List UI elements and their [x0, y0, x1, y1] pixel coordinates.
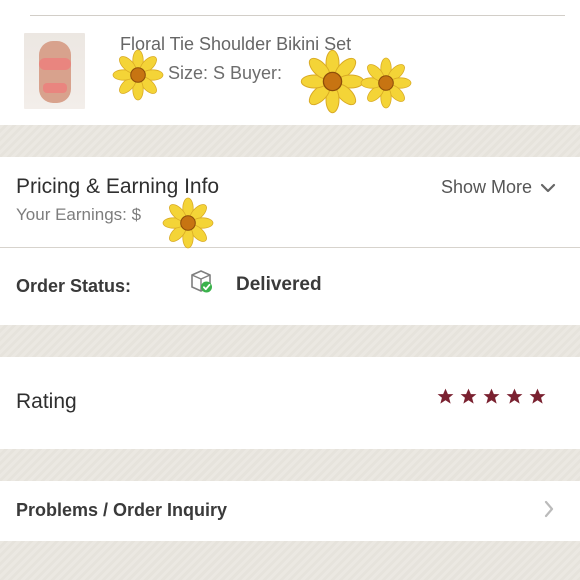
show-more-button[interactable]: Show More	[441, 177, 556, 198]
star-icon	[483, 388, 500, 404]
chevron-right-icon[interactable]	[542, 499, 556, 519]
product-title[interactable]: Floral Tie Shoulder Bikini Set	[120, 34, 351, 55]
section-gap	[0, 449, 580, 481]
order-status-label: Order Status:	[16, 276, 132, 296]
rating-stars	[436, 387, 547, 406]
product-meta: Size: S Buyer:	[168, 63, 283, 83]
earnings-text: Your Earnings: $	[16, 205, 142, 224]
star-icon	[529, 388, 546, 404]
show-more-label: Show More	[440, 177, 532, 197]
pricing-card	[0, 157, 580, 247]
order-status-value: Delivered	[236, 274, 322, 295]
product-thumbnail-bottom	[43, 83, 67, 93]
star-icon	[437, 388, 454, 404]
section-gap	[0, 325, 580, 357]
section-gap	[0, 125, 580, 157]
delivered-box-icon	[191, 270, 212, 293]
star-icon	[460, 388, 477, 404]
product-card-top-divider	[30, 15, 565, 16]
product-card	[0, 0, 580, 125]
product-thumbnail-top	[39, 58, 71, 70]
chevron-down-icon	[540, 183, 556, 192]
pricing-title: Pricing & Earning Info	[16, 175, 220, 198]
star-icon	[506, 388, 523, 404]
problems-order-inquiry-label[interactable]: Problems / Order Inquiry	[16, 500, 227, 521]
product-thumbnail[interactable]	[24, 33, 85, 109]
rating-label: Rating	[16, 390, 77, 413]
section-gap	[0, 541, 580, 580]
product-thumbnail-body	[39, 41, 71, 103]
